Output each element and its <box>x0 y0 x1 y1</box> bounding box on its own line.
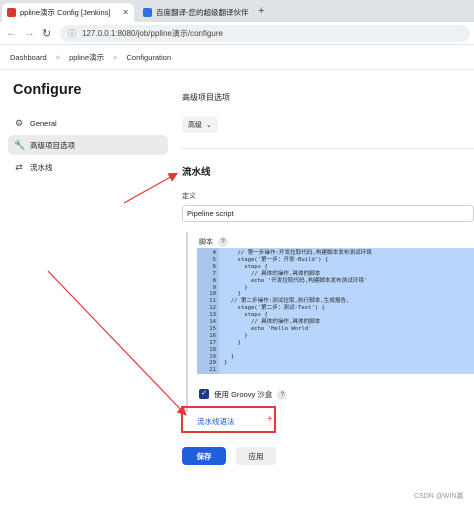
help-icon[interactable]: ? <box>277 390 288 401</box>
browser-tab-jenkins[interactable]: ppline演示 Config [Jenkins] ✕ <box>2 3 134 22</box>
pipeline-section-title: 流水线 <box>182 167 211 178</box>
page-title: Configure <box>13 82 82 98</box>
breadcrumb-separator: > <box>113 53 118 62</box>
code-text: steps { <box>224 312 268 319</box>
sidebar-item-advanced[interactable]: 🔧 高级项目选项 <box>8 135 168 155</box>
tab-title: ppline演示 Config [Jenkins] <box>20 8 111 17</box>
groovy-sandbox-label: 使用 Groovy 沙盒 <box>214 390 273 399</box>
advanced-section-title: 高级项目选项 <box>182 93 230 102</box>
code-text: } <box>224 332 248 339</box>
browser-tab-bar: ppline演示 Config [Jenkins] ✕ 百度翻译-您的超级翻译伙… <box>0 0 474 22</box>
chevron-down-icon: ⌄ <box>206 122 212 129</box>
sidebar-item-general[interactable]: ⚙ General <box>8 113 168 133</box>
code-line: 21 <box>197 367 224 374</box>
breadcrumb: Dashboard > ppline演示 > Configuration <box>0 46 474 70</box>
arrow-to-syntax-link <box>47 270 187 416</box>
code-text: } <box>224 291 241 298</box>
sidebar-item-label: General <box>30 118 57 128</box>
script-label-row: 脚本 ? <box>199 237 228 248</box>
pipeline-syntax-link[interactable]: 流水线语法 <box>197 416 235 427</box>
groovy-sandbox-label-row: 使用 Groovy 沙盒 ? <box>214 389 288 401</box>
code-text: // 第一步操作:开发拉取代码,构建脚本发布测试环境 <box>224 250 372 256</box>
code-text: } <box>224 360 228 367</box>
code-text: echo '开发拉取代码,构建脚本发布测试环境' <box>224 277 368 284</box>
wrench-icon: 🔧 <box>14 140 26 150</box>
code-text: // 第二步操作:测试拉取,执行脚本,生成报告, <box>224 298 350 305</box>
advanced-button-label: 高级 <box>188 122 202 129</box>
sidebar-item-pipeline[interactable]: ⇄ 流水线 <box>8 157 168 177</box>
url-text: 127.0.0.1:8080/job/ppline演示/configure <box>82 29 223 38</box>
pipeline-icon: ⇄ <box>15 162 23 172</box>
definition-label: 定义 <box>182 193 196 200</box>
code-text: stage('第一步：开发-Build') { <box>224 256 329 263</box>
definition-select[interactable]: Pipeline script <box>182 205 474 222</box>
code-text: } <box>224 284 248 291</box>
code-text: } <box>224 353 235 360</box>
tab-title: 百度翻译-您的超级翻译伙伴 <box>156 8 249 17</box>
close-icon[interactable]: ✕ <box>118 8 129 17</box>
close-icon[interactable]: ✕ <box>249 8 255 17</box>
advanced-button[interactable]: 高级 ⌄ <box>182 117 218 133</box>
browser-tab-baidu[interactable]: 百度翻译-您的超级翻译伙伴 ✕ <box>138 3 254 22</box>
apply-button[interactable]: 应用 <box>236 447 276 465</box>
jenkins-favicon-icon <box>7 8 16 17</box>
annotation-plus-mark: + <box>267 414 273 425</box>
groovy-sandbox-checkbox[interactable]: ✓ <box>199 389 209 399</box>
breadcrumb-configuration[interactable]: Configuration <box>127 53 172 62</box>
baidu-favicon-icon <box>143 8 152 17</box>
code-text: echo 'Hello World' <box>224 325 312 332</box>
save-button[interactable]: 保存 <box>182 447 226 465</box>
watermark: CSDN @WIN赢 <box>414 493 464 500</box>
reload-icon[interactable]: ↻ <box>42 27 51 40</box>
script-label: 脚本 <box>199 239 213 246</box>
line-number: 21 <box>209 367 216 374</box>
gear-icon: ⚙ <box>14 118 24 128</box>
sidebar-item-label: 流水线 <box>30 162 53 172</box>
new-tab-button[interactable]: + <box>258 5 264 17</box>
script-editor[interactable]: 4 // 第一步操作:开发拉取代码,构建脚本发布测试环境 5 stage('第一步… <box>197 248 474 374</box>
back-icon[interactable]: ← <box>6 27 17 39</box>
address-bar[interactable]: ⓘ 127.0.0.1:8080/job/ppline演示/configure <box>60 25 470 42</box>
breadcrumb-dashboard[interactable]: Dashboard <box>10 53 47 62</box>
browser-toolbar: ← → ↻ ⓘ 127.0.0.1:8080/job/ppline演示/conf… <box>0 22 474 45</box>
help-icon[interactable]: ? <box>217 237 228 248</box>
code-text: stage('第二步：测试-Test') { <box>224 305 325 312</box>
breadcrumb-job[interactable]: ppline演示 <box>69 52 104 63</box>
code-text: // 具体的操作,具体的脚本 <box>224 270 321 277</box>
apply-button-label: 应用 <box>248 451 264 461</box>
code-text: } <box>224 339 241 346</box>
save-button-label: 保存 <box>196 451 212 461</box>
site-info-icon[interactable]: ⓘ <box>68 28 76 39</box>
divider <box>182 148 474 149</box>
arrow-to-pipeline-title <box>123 172 179 204</box>
breadcrumb-separator: > <box>55 53 61 62</box>
code-text: steps { <box>224 263 268 270</box>
code-text: // 具体的操作,具体的脚本 <box>224 319 321 325</box>
definition-value: Pipeline script <box>187 209 234 218</box>
sidebar-item-label: 高级项目选项 <box>30 140 75 150</box>
forward-icon[interactable]: → <box>24 27 35 39</box>
